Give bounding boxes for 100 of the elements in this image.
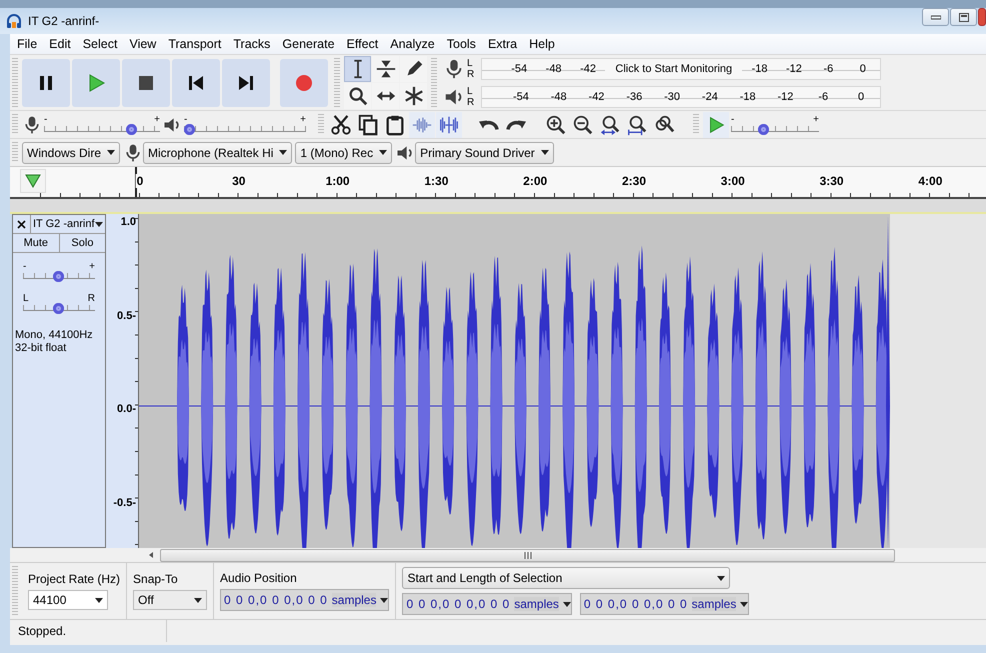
menu-item[interactable]: Generate — [276, 37, 341, 51]
menu-item[interactable]: Analyze — [384, 37, 441, 51]
skip-to-end-button[interactable] — [222, 58, 270, 106]
meter-scale-label: -6 — [817, 90, 830, 102]
caret-icon — [380, 598, 388, 602]
grip-icon — [524, 552, 532, 558]
time-label: 4:00 — [917, 174, 944, 188]
meter-scale-label: -54 — [510, 62, 528, 74]
slider-min-label: - — [22, 262, 26, 271]
menu-item[interactable]: Help — [523, 37, 561, 51]
slider-max-label: + — [154, 114, 160, 124]
silence-audio-button[interactable] — [436, 112, 462, 138]
undo-icon — [478, 118, 500, 130]
slider-thumb[interactable] — [53, 271, 64, 282]
close-button[interactable] — [978, 8, 986, 26]
record-button[interactable] — [280, 58, 328, 106]
playback-meter[interactable]: -54 -48 -42 -36 -30 -24 -18 -12 -6 0 — [481, 86, 881, 108]
tool-button[interactable] — [400, 83, 427, 109]
channel-label: R — [467, 68, 476, 80]
tool-button[interactable] — [372, 56, 399, 82]
meter-scale-label: -42 — [579, 62, 597, 74]
redo-icon — [505, 118, 527, 130]
slider-max-label: R — [88, 294, 95, 303]
time-label: 3:30 — [818, 174, 845, 188]
snap-to-dropdown[interactable]: Off — [133, 590, 208, 610]
slider-min-label: - — [44, 114, 48, 124]
monitoring-hint[interactable]: Click to Start Monitoring — [605, 62, 742, 74]
pause-button[interactable] — [22, 58, 70, 106]
track-info-text: Mono, 44100Hz — [14, 329, 94, 342]
menu-item[interactable]: Transport — [162, 37, 228, 51]
menu-item[interactable]: File — [11, 37, 44, 51]
play-head-button[interactable] — [20, 169, 46, 193]
meter-scale-label: -48 — [550, 90, 568, 102]
slider-min-label: - — [731, 114, 734, 124]
amplitude-label: 0.5- — [117, 310, 136, 322]
status-text: Stopped. — [10, 620, 167, 642]
selection-mode-dropdown[interactable]: Start and Length of Selection — [402, 567, 730, 589]
slider-max-label: + — [300, 114, 306, 124]
recording-meter[interactable]: -54 -48 -42 Click to Start Monitoring -18 -12 -6 0 — [481, 58, 881, 80]
time-digits: 0 0 0,0 0 0,0 0 0 — [584, 597, 688, 611]
menu-item[interactable]: Tools — [440, 37, 482, 51]
meter-scale-label: -12 — [785, 62, 803, 74]
time-label: 2:30 — [620, 174, 648, 188]
window-title: IT G2 -anrinf- — [28, 14, 100, 28]
stop-button[interactable] — [122, 58, 170, 106]
triangle-icon — [25, 174, 41, 188]
time-label: 2:00 — [522, 174, 548, 188]
timeline-ruler[interactable]: 0 30 1:00 1:30 2:00 2:30 3:00 3:30 4:00 — [10, 166, 986, 199]
recording-device-dropdown[interactable]: Microphone (Realtek Hi — [143, 142, 292, 164]
menu-item[interactable]: Extra — [482, 37, 524, 51]
meter-scale-label: 0 — [857, 90, 866, 102]
channel-label: R — [467, 96, 476, 108]
project-rate-dropdown[interactable]: 44100 — [28, 590, 108, 610]
envelope-icon — [374, 58, 396, 80]
fit-selection-icon — [599, 114, 621, 136]
audio-position-label: Audio Position — [220, 571, 298, 585]
playback-device-dropdown[interactable]: Primary Sound Driver — [415, 142, 554, 164]
time-format-menu[interactable]: samples — [692, 597, 736, 611]
copy-icon — [357, 114, 379, 136]
time-digits: 0 0 0,0 0 0,0 0 0 — [224, 593, 328, 607]
minimize-button[interactable] — [922, 8, 949, 26]
menu-item[interactable]: Tracks — [227, 37, 276, 51]
amplitude-label: 1.0 — [120, 216, 136, 228]
scrollbar-thumb[interactable] — [160, 548, 895, 562]
menu-item[interactable]: View — [123, 37, 162, 51]
slider-thumb[interactable] — [53, 303, 64, 314]
meter-scale-label: -42 — [588, 90, 606, 102]
time-field[interactable]: 0 0 0,0 0 0,0 0 0 samples — [580, 593, 750, 615]
skip-to-start-button[interactable] — [172, 58, 220, 106]
slider-track[interactable] — [184, 124, 306, 134]
recording-channels-dropdown[interactable]: 1 (Mono) Rec — [295, 142, 392, 164]
meter-scale-label: -18 — [750, 62, 769, 74]
menu-item[interactable]: Select — [76, 37, 124, 51]
play-at-speed-button[interactable] — [703, 112, 729, 138]
time-format-menu[interactable]: samples — [332, 593, 376, 607]
time-field[interactable]: 0 0 0,0 0 0,0 0 0 samples — [220, 589, 390, 611]
amplitude-label: -0.5- — [113, 496, 136, 508]
slider-thumb[interactable] — [758, 124, 769, 134]
tool-button[interactable] — [400, 56, 427, 82]
time-label: 1:00 — [324, 174, 351, 188]
audio-host-dropdown[interactable]: Windows Dire — [22, 142, 120, 164]
meter-scale-label: -18 — [738, 90, 757, 102]
caret-icon — [194, 598, 202, 602]
menu-item[interactable]: Effect — [340, 37, 384, 51]
maximize-button[interactable] — [950, 8, 977, 26]
tool-button[interactable] — [344, 83, 371, 109]
time-field[interactable]: 0 0 0,0 0 0,0 0 0 samples — [402, 593, 572, 615]
time-label: 3:00 — [720, 174, 746, 188]
slider-thumb[interactable] — [126, 124, 137, 134]
maximize-icon — [958, 12, 968, 22]
zoom-out-icon — [572, 114, 594, 136]
meter-scale-label: -6 — [822, 62, 834, 74]
tool-button[interactable] — [372, 83, 399, 109]
tool-button[interactable] — [344, 56, 371, 82]
time-format-menu[interactable]: samples — [514, 597, 559, 611]
channel-label: L — [467, 86, 474, 96]
caret-icon — [562, 602, 571, 606]
slider-min-label: L — [22, 294, 29, 303]
menu-item[interactable]: Edit — [43, 37, 77, 51]
slider-thumb[interactable] — [184, 124, 195, 134]
